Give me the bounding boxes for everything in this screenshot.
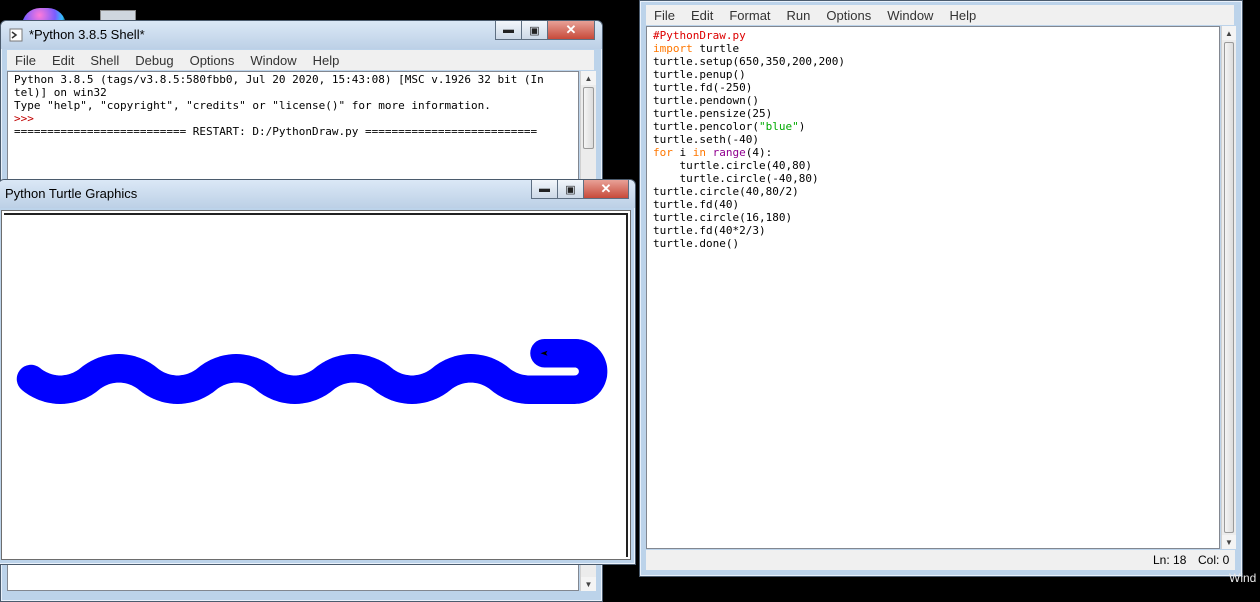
code-line: turtle.fd(-250) — [653, 81, 753, 94]
editor-menu-bar: File Edit Format Run Options Window Help — [646, 5, 1234, 25]
code-keyword: for — [653, 146, 673, 159]
turtle-drawing — [16, 338, 608, 404]
shell-window-title: *Python 3.8.5 Shell* — [29, 27, 145, 42]
menu-format[interactable]: Format — [721, 8, 778, 23]
menu-options[interactable]: Options — [818, 8, 879, 23]
menu-window[interactable]: Window — [879, 8, 941, 23]
code-comment: #PythonDraw.py — [653, 29, 746, 42]
menu-shell[interactable]: Shell — [82, 53, 127, 68]
minimize-button[interactable]: ▬ — [531, 180, 558, 199]
menu-edit[interactable]: Edit — [683, 8, 721, 23]
scroll-up-arrow-icon[interactable]: ▲ — [581, 71, 596, 85]
code-line: turtle.seth(-40) — [653, 133, 759, 146]
code-line: turtle.pencolor("blue") — [653, 120, 1219, 133]
code-line: for i in range(4): — [653, 146, 1219, 159]
code-line: turtle.circle(40,80) — [653, 159, 812, 172]
code-token: turtle.pencolor( — [653, 120, 759, 133]
turtle-title-bar[interactable]: Python Turtle Graphics ▬ ▣ ✕ — [0, 180, 635, 208]
code-line: turtle.circle(40,80/2) — [653, 185, 799, 198]
code-line: turtle.penup() — [653, 68, 746, 81]
turtle-canvas[interactable] — [2, 211, 630, 559]
windows-watermark: Wind — [1229, 571, 1257, 585]
shell-banner-line: Python 3.8.5 (tags/v3.8.5:580fbb0, Jul 2… — [14, 73, 544, 86]
code-string: "blue" — [758, 120, 799, 133]
menu-run[interactable]: Run — [779, 8, 819, 23]
shell-prompt: >>> — [14, 112, 34, 125]
scroll-down-arrow-icon[interactable]: ▼ — [581, 577, 596, 591]
turtle-window-title: Python Turtle Graphics — [5, 186, 138, 201]
menu-file[interactable]: File — [646, 8, 683, 23]
status-line: Ln: 18 — [1153, 553, 1187, 567]
editor-status-bar: Ln: 18 Col: 0 — [646, 550, 1235, 570]
code-keyword: in — [692, 146, 706, 159]
code-line: turtle.fd(40) — [653, 198, 740, 211]
python-shell-icon — [9, 28, 23, 42]
code-token: i — [672, 146, 693, 159]
editor-code-area[interactable]: #PythonDraw.py import turtle turtle.setup(… — [646, 26, 1220, 549]
turtle-canvas-frame — [1, 210, 631, 560]
status-col: Col: 0 — [1198, 553, 1230, 567]
scroll-down-arrow-icon[interactable]: ▼ — [1222, 535, 1236, 549]
code-builtin: range — [712, 146, 746, 159]
code-line: turtle.pensize(25) — [653, 107, 773, 120]
shell-restart-line: ========================== RESTART: D:/P… — [14, 125, 538, 138]
code-line: turtle.circle(-40,80) — [653, 172, 819, 185]
maximize-button[interactable]: ▣ — [557, 180, 584, 199]
code-keyword: import — [653, 42, 693, 55]
editor-scrollbar[interactable]: ▲ ▼ — [1221, 26, 1236, 549]
code-token: (4): — [745, 146, 773, 159]
editor-window: File Edit Format Run Options Window Help… — [639, 0, 1243, 577]
code-line: turtle.pendown() — [653, 94, 759, 107]
shell-menu-bar: File Edit Shell Debug Options Window Hel… — [7, 50, 594, 70]
menu-debug[interactable]: Debug — [127, 53, 181, 68]
close-button[interactable]: ✕ — [583, 180, 629, 199]
menu-help[interactable]: Help — [305, 53, 348, 68]
scroll-up-arrow-icon[interactable]: ▲ — [1222, 26, 1236, 40]
close-button[interactable]: ✕ — [547, 21, 595, 40]
code-line: turtle.circle(16,180) — [653, 211, 793, 224]
shell-info-line: Type "help", "copyright", "credits" or "… — [14, 99, 491, 112]
menu-file[interactable]: File — [7, 53, 44, 68]
code-line: turtle.fd(40*2/3) — [653, 224, 766, 237]
code-line: import turtle — [653, 42, 1219, 55]
code-line: #PythonDraw.py — [653, 29, 1219, 42]
shell-scroll-thumb[interactable] — [583, 87, 594, 149]
maximize-button[interactable]: ▣ — [521, 21, 548, 40]
turtle-snake-path — [16, 338, 608, 404]
menu-help[interactable]: Help — [941, 8, 984, 23]
turtle-window: Python Turtle Graphics ▬ ▣ ✕ — [0, 179, 636, 565]
menu-window[interactable]: Window — [242, 53, 304, 68]
code-line: turtle.done() — [653, 237, 740, 250]
menu-options[interactable]: Options — [182, 53, 243, 68]
editor-scroll-thumb[interactable] — [1224, 42, 1234, 533]
menu-edit[interactable]: Edit — [44, 53, 82, 68]
code-line: turtle.setup(650,350,200,200) — [653, 55, 846, 68]
code-token: ) — [798, 120, 806, 133]
minimize-button[interactable]: ▬ — [495, 21, 522, 40]
shell-banner-line: tel)] on win32 — [14, 86, 107, 99]
shell-title-bar[interactable]: *Python 3.8.5 Shell* ▬ ▣ ✕ — [1, 21, 602, 49]
code-token: turtle — [692, 42, 740, 55]
